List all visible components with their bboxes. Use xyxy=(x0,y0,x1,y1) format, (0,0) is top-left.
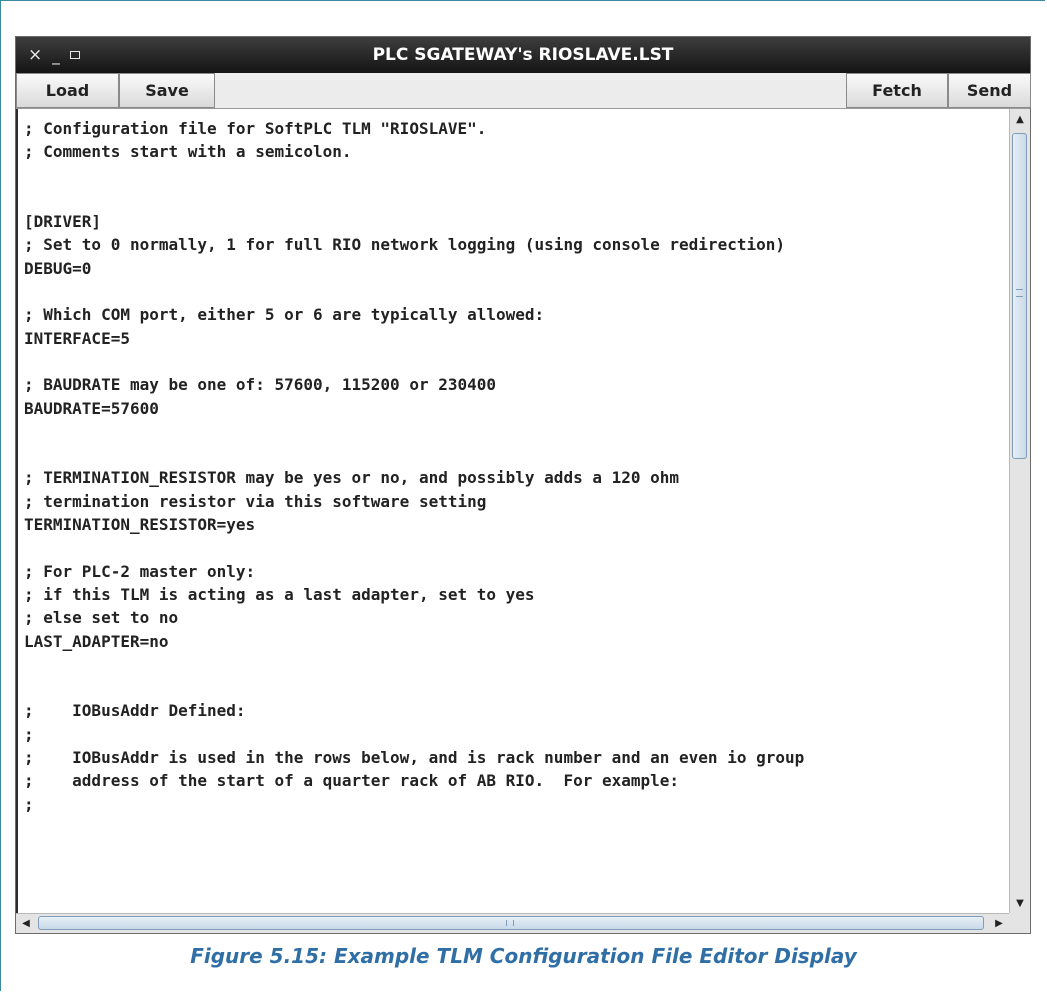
save-button[interactable]: Save xyxy=(119,73,215,108)
vertical-scroll-thumb[interactable] xyxy=(1012,133,1027,459)
editor-window: × _ PLC SGATEWAY's RIOSLAVE.LST Load Sav… xyxy=(15,36,1031,934)
config-file-text[interactable]: ; Configuration file for SoftPLC TLM "RI… xyxy=(18,109,1011,816)
window-title: PLC SGATEWAY's RIOSLAVE.LST xyxy=(372,45,674,65)
text-editor-area[interactable]: ; Configuration file for SoftPLC TLM "RI… xyxy=(16,109,1011,913)
vertical-scrollbar[interactable]: ▲ ▼ xyxy=(1009,109,1030,913)
horizontal-grip-icon xyxy=(506,920,514,926)
horizontal-scrollbar[interactable]: ◀ ▶ xyxy=(16,913,1009,933)
scroll-down-icon[interactable]: ▼ xyxy=(1010,893,1030,913)
fetch-button[interactable]: Fetch xyxy=(846,73,948,108)
figure-caption: Figure 5.15: Example TLM Configuration F… xyxy=(190,944,857,968)
scroll-right-icon[interactable]: ▶ xyxy=(989,914,1009,933)
scroll-left-icon[interactable]: ◀ xyxy=(16,914,36,933)
toolbar: Load Save Fetch Send xyxy=(16,73,1031,109)
scroll-up-icon[interactable]: ▲ xyxy=(1010,109,1030,129)
load-button[interactable]: Load xyxy=(16,73,119,108)
scrollbar-corner xyxy=(1009,913,1030,933)
horizontal-scroll-thumb[interactable] xyxy=(38,916,984,930)
vertical-grip-icon xyxy=(1016,289,1023,297)
title-bar[interactable]: × _ PLC SGATEWAY's RIOSLAVE.LST xyxy=(16,37,1030,73)
send-button[interactable]: Send xyxy=(948,73,1031,108)
